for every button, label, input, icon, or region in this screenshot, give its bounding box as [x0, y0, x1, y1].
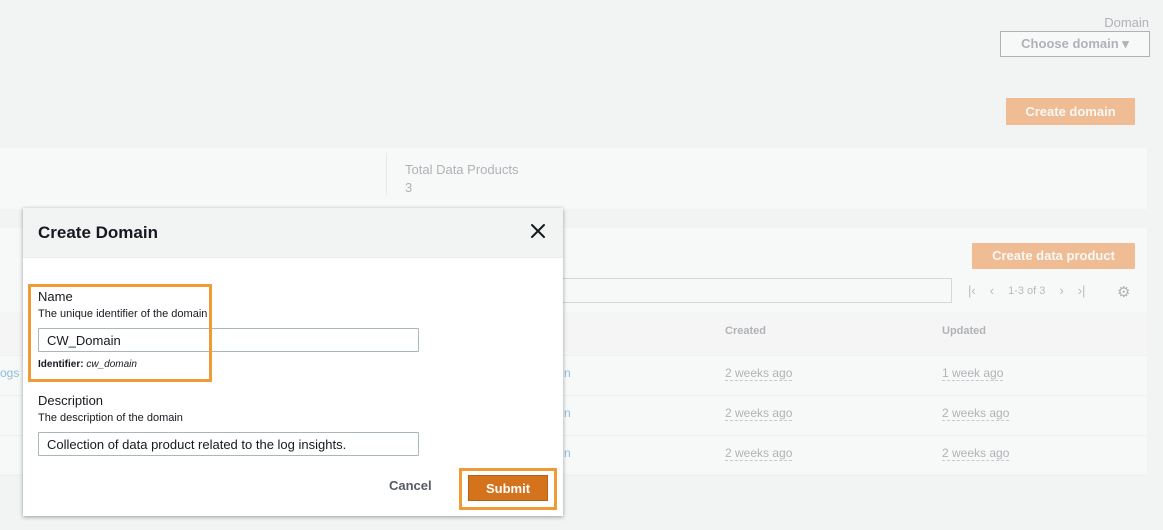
choose-domain-select[interactable]: Choose domain ▾: [1000, 31, 1150, 57]
row-domain-link[interactable]: n: [564, 406, 571, 420]
row-created: 2 weeks ago: [725, 366, 793, 381]
first-page-icon[interactable]: |‹: [968, 283, 976, 298]
create-data-product-button[interactable]: Create data product: [972, 243, 1135, 269]
row-domain-link[interactable]: n: [564, 446, 571, 460]
row-created: 2 weeks ago: [725, 406, 793, 421]
total-data-products-value: 3: [405, 180, 413, 195]
pagination: |‹ ‹ 1-3 of 3 › ›|: [968, 283, 1085, 298]
row-name-link[interactable]: ogs: [0, 366, 19, 380]
stats-card: [0, 148, 1147, 209]
cancel-button[interactable]: Cancel: [389, 478, 432, 493]
close-icon[interactable]: [529, 222, 547, 240]
modal-title: Create Domain: [38, 223, 158, 242]
gear-icon[interactable]: ⚙: [1117, 283, 1130, 301]
description-input[interactable]: [38, 432, 419, 456]
filter-input[interactable]: [560, 278, 952, 303]
column-header-updated[interactable]: Updated: [942, 325, 986, 337]
submit-highlight: [459, 468, 557, 510]
next-page-icon[interactable]: ›: [1059, 283, 1063, 298]
domain-label: Domain: [1104, 15, 1149, 30]
page-info: 1-3 of 3: [1008, 284, 1046, 297]
name-field-highlight: [28, 284, 212, 382]
column-header-created[interactable]: Created: [725, 325, 766, 337]
row-domain-link[interactable]: n: [564, 366, 571, 380]
row-updated: 2 weeks ago: [942, 446, 1010, 461]
create-domain-button[interactable]: Create domain: [1006, 98, 1135, 125]
last-page-icon[interactable]: ›|: [1078, 283, 1086, 298]
prev-page-icon[interactable]: ‹: [990, 283, 994, 298]
stats-divider: [386, 153, 387, 195]
row-updated: 1 week ago: [942, 366, 1004, 381]
total-data-products-label: Total Data Products: [405, 162, 519, 177]
description-description: The description of the domain: [38, 412, 183, 424]
description-label: Description: [38, 393, 104, 408]
modal-header: Create Domain: [23, 208, 563, 258]
row-created: 2 weeks ago: [725, 446, 793, 461]
row-updated: 2 weeks ago: [942, 406, 1010, 421]
